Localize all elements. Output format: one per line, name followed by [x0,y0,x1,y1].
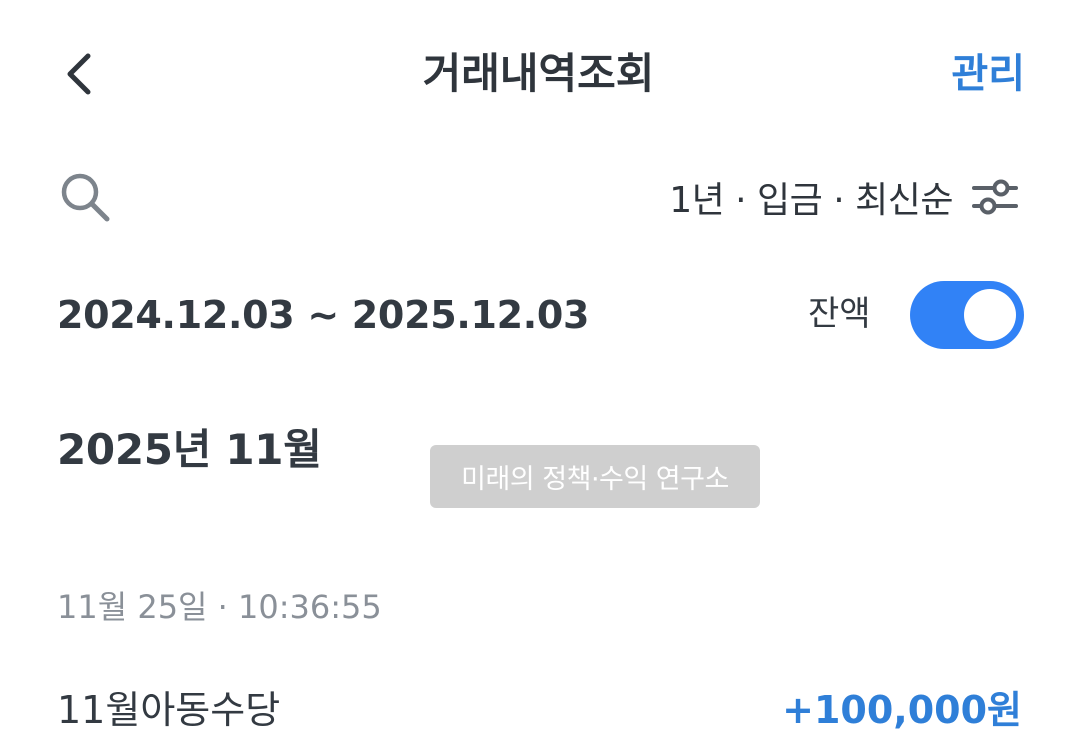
filter-summary-button[interactable]: 1년 · 입금 · 최신순 [669,165,1019,229]
sliders-icon [972,179,1018,215]
search-icon [61,173,110,222]
chevron-left-icon [67,53,91,95]
manage-button[interactable]: 관리 [951,44,1025,104]
page-title: 거래내역조회 [422,49,655,98]
filter-summary-text: 1년 · 입금 · 최신순 [669,180,953,221]
transaction-name: 11월아동수당 [57,688,281,732]
toggle-knob [964,289,1016,341]
date-range-text: 2024.12.03 ~ 2025.12.03 [57,293,590,337]
balance-toggle[interactable] [910,281,1024,349]
search-button[interactable] [52,164,118,230]
month-heading: 2025년 11월 [57,425,322,474]
transaction-amount: +100,000원 [782,688,1022,732]
transaction-row[interactable]: 11월아동수당 +100,000원 [0,670,1077,750]
transaction-datetime: 11월 25일 · 10:36:55 [57,588,382,626]
back-button[interactable] [50,44,110,104]
watermark: 미래의 정책·수익 연구소 [430,445,760,508]
balance-toggle-label: 잔액 [808,294,871,334]
